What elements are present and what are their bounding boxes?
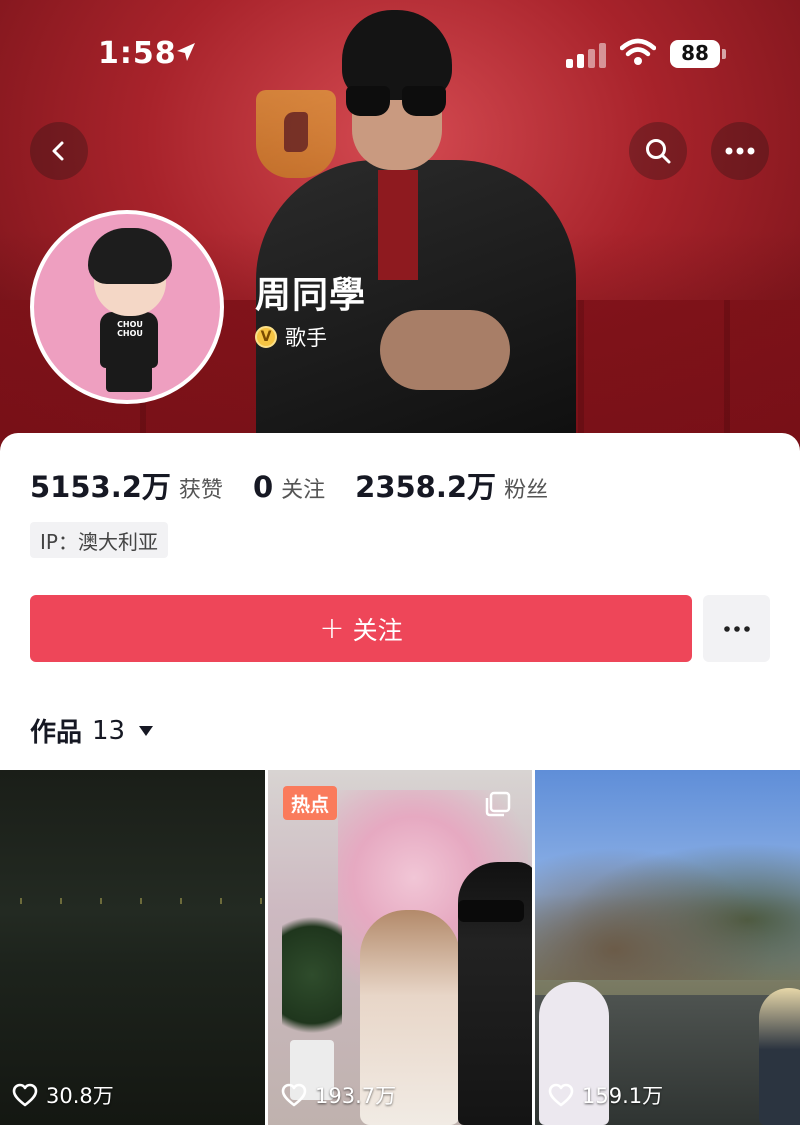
thumbnail-person	[759, 988, 800, 1125]
multi-image-icon	[485, 791, 511, 817]
verified-title: 歌手	[285, 326, 327, 350]
cellular-signal-icon	[566, 42, 608, 68]
works-tab-label: 作品	[30, 718, 83, 748]
chevron-left-icon	[52, 141, 64, 161]
heart-outline-icon	[548, 1083, 574, 1107]
like-count-text: 193.7万	[315, 1084, 397, 1108]
heart-outline-icon	[281, 1083, 307, 1107]
avatar[interactable]: CHOU CHOU	[30, 210, 224, 404]
singer-shirt	[378, 170, 418, 280]
search-button[interactable]	[629, 122, 687, 180]
video-thumbnail[interactable]	[268, 770, 532, 1125]
singer-hands	[380, 310, 510, 390]
stat-followers-value: 2358.2万	[355, 470, 497, 504]
video-like-count: 30.8万	[12, 1080, 114, 1110]
search-icon	[646, 139, 671, 164]
follow-button-label: 关注	[352, 615, 403, 645]
video-thumbnail[interactable]	[535, 770, 800, 1125]
video-thumbnail[interactable]	[0, 770, 265, 1125]
night-lights	[0, 898, 265, 904]
ellipsis-icon	[725, 147, 755, 155]
avatar-shirt-text: CHOU CHOU	[117, 320, 143, 338]
plus-icon: +	[319, 610, 345, 646]
stat-following-label: 关注	[281, 478, 326, 503]
stat-likes[interactable]: 5153.2万 获赞	[30, 464, 223, 506]
banner-singer-photo	[250, 0, 580, 460]
stat-followers[interactable]: 2358.2万 粉丝	[355, 464, 548, 506]
heart-outline-icon	[12, 1083, 38, 1107]
hot-badge: 热点	[283, 786, 338, 820]
battery-tip	[722, 49, 726, 59]
avatar-legs	[106, 364, 152, 392]
thumbnail-trees	[535, 830, 800, 980]
ellipsis-icon	[723, 625, 750, 632]
tab-works[interactable]: 作品 13	[30, 712, 154, 749]
thumbnail-sunglasses	[458, 900, 524, 922]
singer-sunglasses	[346, 86, 446, 118]
ip-location-tag: IP：澳大利亚	[30, 522, 168, 558]
profile-name: 周同學	[255, 275, 367, 316]
stat-likes-value: 5153.2万	[30, 470, 171, 504]
video-grid	[0, 770, 800, 1125]
battery-indicator: 88	[670, 40, 726, 68]
location-arrow-icon	[177, 43, 195, 61]
avatar-hair	[88, 228, 172, 284]
follow-more-button[interactable]	[703, 595, 770, 662]
video-like-count: 193.7万	[281, 1080, 396, 1110]
stat-following[interactable]: 0 关注	[253, 470, 325, 504]
wifi-icon	[620, 38, 656, 65]
status-time: 1:58	[98, 36, 177, 71]
stat-likes-label: 获赞	[178, 478, 223, 503]
video-like-count: 159.1万	[548, 1080, 663, 1110]
like-count-text: 30.8万	[46, 1084, 114, 1108]
caret-down-icon	[139, 725, 154, 736]
works-count: 13	[92, 715, 126, 746]
topiary-tree	[282, 900, 342, 1050]
stat-following-value: 0	[252, 470, 274, 504]
like-count-text: 159.1万	[582, 1084, 664, 1108]
more-options-button[interactable]	[711, 122, 769, 180]
follow-button[interactable]: + 关注	[30, 595, 692, 662]
profile-stats: 5153.2万 获赞 0 关注 2358.2万 粉丝	[30, 464, 578, 506]
verified-badge: V 歌手	[255, 322, 327, 352]
battery-level: 88	[681, 41, 709, 65]
back-button[interactable]	[30, 122, 88, 180]
verified-v-icon: V	[255, 326, 277, 348]
stat-followers-label: 粉丝	[504, 478, 549, 503]
